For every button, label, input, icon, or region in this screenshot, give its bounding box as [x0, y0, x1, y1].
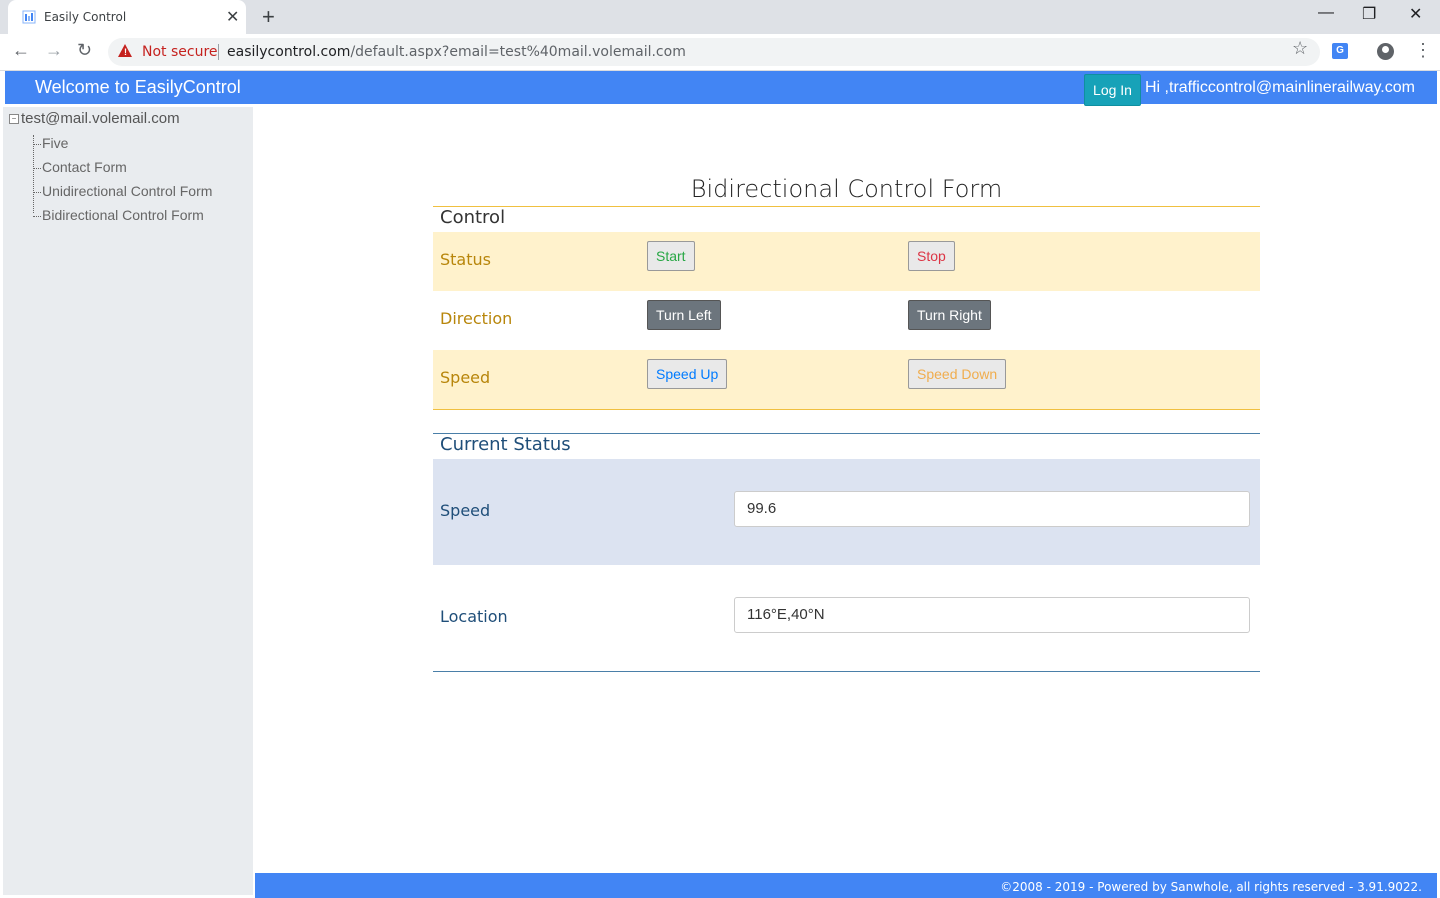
- sidebar: − test@mail.volemail.com Five Contact For…: [3, 107, 253, 895]
- collapse-icon[interactable]: −: [9, 114, 19, 125]
- direction-control-row: Direction Turn Left Turn Right: [433, 291, 1260, 350]
- browser-tab-bar: Easily Control ✕ + — ❐ ✕: [0, 0, 1440, 34]
- control-divider: [433, 206, 1260, 207]
- status-bottom-divider: [433, 671, 1260, 672]
- address-bar[interactable]: ! Not secure easilycontrol.com/default.a…: [108, 38, 1320, 66]
- url-text[interactable]: easilycontrol.com/default.aspx?email=tes…: [227, 44, 686, 60]
- sidebar-item-label[interactable]: Five: [42, 135, 68, 151]
- sidebar-item-label[interactable]: Contact Form: [42, 159, 127, 175]
- sidebar-item-label[interactable]: Unidirectional Control Form: [42, 183, 212, 199]
- forward-icon[interactable]: →: [45, 40, 63, 61]
- speed-down-button[interactable]: Speed Down: [908, 359, 1007, 389]
- url-host: easilycontrol.com: [227, 44, 351, 60]
- translate-icon[interactable]: G: [1332, 43, 1348, 59]
- location-field[interactable]: 116°E,40°N: [734, 597, 1250, 633]
- tree-root-label[interactable]: test@mail.volemail.com: [21, 110, 180, 127]
- bookmark-star-icon[interactable]: ☆: [1292, 38, 1308, 59]
- url-path: /default.aspx?email=test%40mail.volemail…: [350, 44, 686, 60]
- current-speed-field[interactable]: 99.6: [734, 491, 1250, 527]
- control-bottom-divider: [433, 409, 1260, 410]
- browser-tab[interactable]: Easily Control ✕: [8, 0, 246, 34]
- sidebar-item-bidirectional-control-form[interactable]: Bidirectional Control Form: [33, 207, 204, 223]
- turn-right-button[interactable]: Turn Right: [908, 300, 991, 330]
- address-separator: [218, 44, 219, 60]
- restore-icon[interactable]: ❐: [1362, 4, 1376, 24]
- direction-control-label: Direction: [440, 309, 513, 328]
- back-icon[interactable]: ←: [12, 40, 30, 61]
- start-button[interactable]: Start: [647, 241, 695, 271]
- status-control-row: Status Start Stop: [433, 232, 1260, 291]
- tree-root[interactable]: − test@mail.volemail.com: [9, 110, 180, 127]
- account-icon[interactable]: [1377, 43, 1394, 60]
- status-control-label: Status: [440, 250, 491, 269]
- login-button[interactable]: Log In: [1084, 74, 1141, 106]
- speed-control-row: Speed Speed Up Speed Down: [433, 350, 1260, 409]
- window-close-icon[interactable]: ✕: [1409, 4, 1422, 24]
- turn-left-button[interactable]: Turn Left: [647, 300, 721, 330]
- tab-title: Easily Control: [44, 10, 127, 24]
- stop-button[interactable]: Stop: [908, 241, 955, 271]
- current-speed-row: Speed 99.6: [433, 459, 1260, 565]
- form-title: Bidirectional Control Form: [690, 175, 1003, 203]
- page-favicon-icon: [22, 10, 36, 24]
- footer-text: ©2008 - 2019 - Powered by Sanwhole, all …: [1000, 880, 1422, 894]
- sidebar-item-label[interactable]: Bidirectional Control Form: [42, 207, 204, 223]
- sidebar-item-unidirectional-control-form[interactable]: Unidirectional Control Form: [33, 183, 212, 199]
- tab-close-icon[interactable]: ✕: [226, 7, 239, 27]
- browser-menu-icon[interactable]: ⋮: [1414, 40, 1432, 61]
- app-title: Welcome to EasilyControl: [35, 77, 241, 97]
- location-label: Location: [440, 607, 508, 626]
- control-section-title: Control: [440, 207, 506, 228]
- speed-up-button[interactable]: Speed Up: [647, 359, 728, 389]
- browser-toolbar: ← → ↻ ! Not secure easilycontrol.com/def…: [0, 34, 1440, 71]
- speed-control-label: Speed: [440, 368, 491, 387]
- new-tab-icon[interactable]: +: [262, 4, 275, 30]
- location-row: Location 116°E,40°N: [433, 565, 1260, 671]
- reload-icon[interactable]: ↻: [77, 40, 92, 61]
- app-header: Welcome to EasilyControl Log In Hi ,traf…: [5, 71, 1437, 106]
- sidebar-item-five[interactable]: Five: [33, 135, 68, 151]
- warning-mark-icon: !: [124, 47, 127, 57]
- minimize-icon[interactable]: —: [1318, 4, 1334, 22]
- footer: ©2008 - 2019 - Powered by Sanwhole, all …: [255, 873, 1437, 898]
- current-speed-label: Speed: [440, 501, 491, 520]
- status-section-title: Current Status: [440, 434, 571, 455]
- user-greeting: Hi ,trafficcontrol@mainlinerailway.com: [1145, 79, 1415, 96]
- security-label[interactable]: Not secure: [142, 44, 218, 60]
- sidebar-item-contact-form[interactable]: Contact Form: [33, 159, 127, 175]
